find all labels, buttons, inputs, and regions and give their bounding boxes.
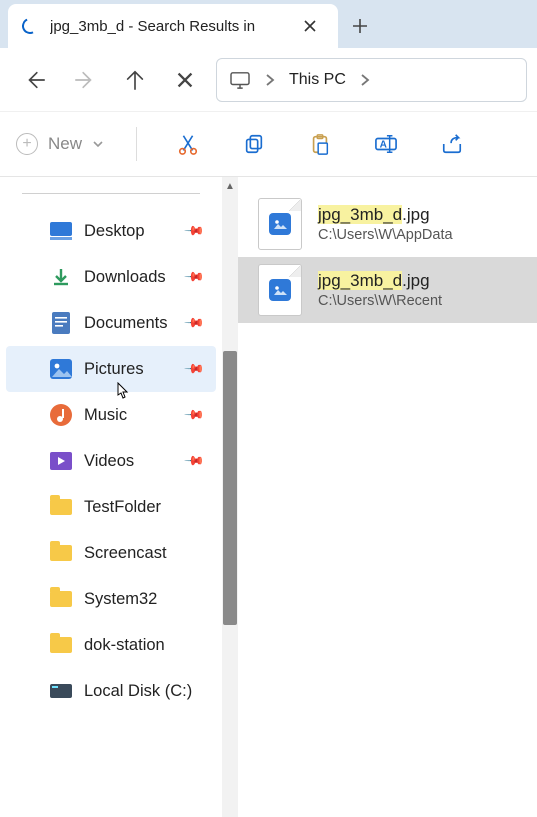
loading-spinner-icon [20,16,41,37]
sidebar-item-music[interactable]: Music 📌 [6,392,216,438]
videos-icon [50,450,72,472]
sidebar-item-screencast[interactable]: Screencast [6,530,216,576]
desktop-icon [50,220,72,242]
sidebar-item-label: Downloads [84,268,166,287]
folder-icon [50,542,72,564]
sidebar-item-system32[interactable]: System32 [6,576,216,622]
file-meta: jpg_3mb_d.jpg C:\Users\W\Recent [318,271,442,309]
toolbar-separator [136,127,137,161]
rename-button[interactable]: A [367,125,405,163]
plus-circle-icon: + [16,133,38,155]
paste-button[interactable] [301,125,339,163]
copy-button[interactable] [235,125,273,163]
cut-button[interactable] [169,125,207,163]
disk-icon [50,680,72,702]
navigation-bar: This PC [0,48,537,112]
sidebar-item-label: Music [84,406,127,425]
up-button[interactable] [110,55,160,105]
result-row[interactable]: jpg_3mb_d.jpg C:\Users\W\AppData [238,191,537,257]
sidebar-item-documents[interactable]: Documents 📌 [6,300,216,346]
back-button[interactable] [10,55,60,105]
sidebar-item-pictures[interactable]: Pictures 📌 [6,346,216,392]
sidebar-divider [22,193,200,194]
pin-icon: 📌 [183,312,206,335]
sidebar-item-testfolder[interactable]: TestFolder [6,484,216,530]
pin-icon: 📌 [183,266,206,289]
breadcrumb-chevron[interactable] [259,73,281,87]
new-button-label: New [48,134,82,154]
sidebar-item-label: Desktop [84,222,145,241]
file-path: C:\Users\W\AppData [318,227,453,243]
forward-button[interactable] [60,55,110,105]
share-button[interactable] [433,125,471,163]
sidebar-item-label: Screencast [84,544,167,563]
svg-text:A: A [380,140,388,151]
file-path: C:\Users\W\Recent [318,293,442,309]
file-name: jpg_3mb_d.jpg [318,271,442,291]
pin-icon: 📌 [183,220,206,243]
results-pane: jpg_3mb_d.jpg C:\Users\W\AppData jpg_3mb… [238,177,537,817]
image-badge-icon [269,213,291,235]
chevron-down-icon [92,138,104,150]
sidebar-item-label: System32 [84,590,157,609]
pin-icon: 📌 [183,404,206,427]
tab-title: jpg_3mb_d - Search Results in [50,18,284,35]
sidebar-item-label: Local Disk (C:) [84,682,192,701]
pictures-icon [50,358,72,380]
file-ext: .jpg [402,205,429,224]
highlight: jpg_3mb_d [318,271,402,290]
sidebar-item-label: dok-station [84,636,165,655]
refresh-cancel-button[interactable] [160,55,210,105]
music-icon [50,404,72,426]
explorer-body: Desktop 📌 Downloads 📌 Documents 📌 Pictur… [0,176,537,817]
sidebar-item-desktop[interactable]: Desktop 📌 [6,208,216,254]
folder-icon [50,588,72,610]
file-name: jpg_3mb_d.jpg [318,205,453,225]
address-bar[interactable]: This PC [216,58,527,102]
folder-icon [50,634,72,656]
scrollbar-thumb[interactable] [223,351,237,625]
tab-search-results[interactable]: jpg_3mb_d - Search Results in [8,4,338,48]
navigation-pane: Desktop 📌 Downloads 📌 Documents 📌 Pictur… [0,177,222,817]
tab-strip: jpg_3mb_d - Search Results in [0,0,537,48]
file-meta: jpg_3mb_d.jpg C:\Users\W\AppData [318,205,453,243]
download-icon [50,266,72,288]
scroll-up-button[interactable]: ▲ [222,177,238,195]
file-ext: .jpg [402,271,429,290]
sidebar-scrollbar[interactable]: ▲ [222,177,238,817]
breadcrumb-this-pc[interactable]: This PC [283,71,352,89]
new-button[interactable]: + New [16,133,104,155]
address-root-icon[interactable] [223,71,257,89]
sidebar-item-label: TestFolder [84,498,161,517]
file-icon [258,198,302,250]
result-row[interactable]: jpg_3mb_d.jpg C:\Users\W\Recent [238,257,537,323]
sidebar-item-localdisk[interactable]: Local Disk (C:) [6,668,216,714]
pin-icon: 📌 [183,450,206,473]
highlight: jpg_3mb_d [318,205,402,224]
sidebar-item-videos[interactable]: Videos 📌 [6,438,216,484]
sidebar-item-downloads[interactable]: Downloads 📌 [6,254,216,300]
close-tab-button[interactable] [296,12,324,40]
breadcrumb-chevron[interactable] [354,73,376,87]
pin-icon: 📌 [183,358,206,381]
file-icon [258,264,302,316]
folder-icon [50,496,72,518]
new-tab-button[interactable] [338,4,382,48]
document-icon [50,312,72,334]
image-badge-icon [269,279,291,301]
sidebar-item-dokstation[interactable]: dok-station [6,622,216,668]
sidebar-item-label: Videos [84,452,134,471]
command-bar: + New A [0,112,537,176]
sidebar-item-label: Documents [84,314,167,333]
breadcrumb-label: This PC [289,71,346,89]
sidebar-item-label: Pictures [84,360,144,379]
